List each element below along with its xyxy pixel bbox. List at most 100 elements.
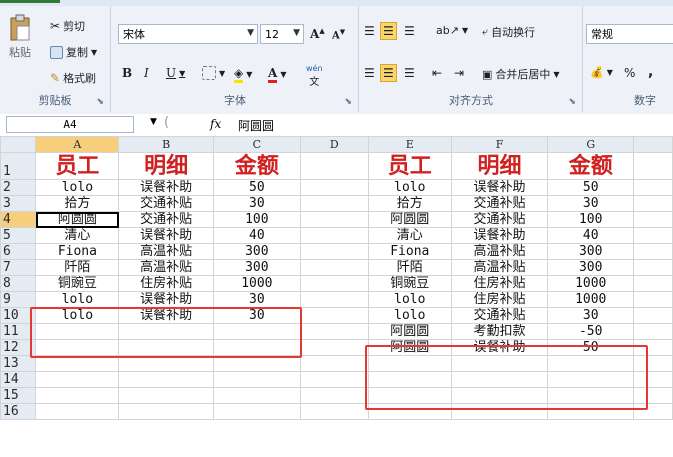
cell-e9[interactable]: lolo [367,291,452,308]
underline-button[interactable]: U ▼ [166,66,185,80]
fill-color-button[interactable]: ◈ ▼ [234,66,252,83]
cell-g13[interactable] [547,355,635,372]
cell-b5[interactable]: 误餐补助 [118,227,214,244]
cell-a10[interactable]: lolo [35,307,120,324]
cell-filler[interactable] [633,355,673,372]
row-header[interactable]: 4 [0,211,37,228]
cell-filler[interactable] [633,387,673,404]
cell-g4[interactable]: 100 [547,211,635,228]
cell-d3[interactable] [299,195,369,212]
cell-e6[interactable]: Fiona [367,243,452,260]
align-center-button[interactable]: ☰ [380,64,397,82]
cell-a2[interactable]: lolo [35,179,120,196]
cell-f8[interactable]: 住房补贴 [450,275,549,292]
decrease-indent-button[interactable]: ⇤ [432,66,442,80]
cancel-icon[interactable]: ( [164,115,169,130]
align-top-button[interactable]: ☰ [364,24,375,38]
cell-g12[interactable]: 50 [547,339,635,356]
cell-filler[interactable] [633,211,673,228]
cell-d5[interactable] [299,227,369,244]
cell-filler[interactable] [633,259,673,276]
cell-f15[interactable] [450,387,549,404]
cell-a13[interactable] [35,355,120,372]
cell-f5[interactable]: 误餐补助 [450,227,549,244]
cell-filler[interactable] [633,307,673,324]
cell-e1[interactable]: 员工 [367,152,452,180]
cell-b8[interactable]: 住房补贴 [118,275,214,292]
cell-filler[interactable] [633,371,673,388]
cell-b10[interactable]: 误餐补助 [118,307,214,324]
cell-d9[interactable] [299,291,369,308]
cell-e16[interactable] [367,403,452,420]
cell-a4[interactable]: 阿圆圆 [35,211,120,228]
cell-b16[interactable] [118,403,214,420]
row-header[interactable]: 6 [0,243,37,260]
cell-f14[interactable] [450,371,549,388]
row-header[interactable]: 13 [0,355,37,372]
cell-g3[interactable]: 30 [547,195,635,212]
cell-g14[interactable] [547,371,635,388]
cell-c15[interactable] [213,387,301,404]
cell-c9[interactable]: 30 [213,291,301,308]
cell-a8[interactable]: 铜豌豆 [35,275,120,292]
cell-g8[interactable]: 1000 [547,275,635,292]
row-header[interactable]: 8 [0,275,37,292]
cell-d8[interactable] [299,275,369,292]
cell-c10[interactable]: 30 [213,307,301,324]
cell-f16[interactable] [450,403,549,420]
cell-g6[interactable]: 300 [547,243,635,260]
cell-e3[interactable]: 拾方 [367,195,452,212]
column-header-e[interactable]: E [367,136,452,153]
border-button[interactable]: ▼ [202,66,225,80]
cell-filler[interactable] [633,227,673,244]
cell-a12[interactable] [35,339,120,356]
cell-d4[interactable] [299,211,369,228]
row-header[interactable]: 9 [0,291,37,308]
orientation-button[interactable]: ab↗ ▼ [436,24,468,37]
cell-c4[interactable]: 100 [213,211,301,228]
align-middle-button[interactable]: ☰ [380,22,397,40]
cell-f3[interactable]: 交通补贴 [450,195,549,212]
cell-f12[interactable]: 误餐补助 [450,339,549,356]
cell-b6[interactable]: 高温补贴 [118,243,214,260]
cell-f11[interactable]: 考勤扣款 [450,323,549,340]
cell-b12[interactable] [118,339,214,356]
formula-input[interactable]: 阿圆圆 [238,117,274,134]
cell-c14[interactable] [213,371,301,388]
dialog-launcher-icon[interactable]: ⬊ [96,97,104,107]
cell-e7[interactable]: 阡陌 [367,259,452,276]
cell-c13[interactable] [213,355,301,372]
row-header[interactable]: 16 [0,403,37,420]
cell-c16[interactable] [213,403,301,420]
cell-e10[interactable]: lolo [367,307,452,324]
cell-b7[interactable]: 高温补贴 [118,259,214,276]
cell-filler[interactable] [633,403,673,420]
cell-d16[interactable] [299,403,369,420]
row-header[interactable]: 3 [0,195,37,212]
cell-f13[interactable] [450,355,549,372]
grow-font-button[interactable]: A▲ [310,26,325,41]
percent-button[interactable]: % [624,66,635,80]
cell-c5[interactable]: 40 [213,227,301,244]
cell-g15[interactable] [547,387,635,404]
cell-g11[interactable]: -50 [547,323,635,340]
row-header[interactable]: 15 [0,387,37,404]
cell-filler[interactable] [633,152,673,180]
cell-b1[interactable]: 明细 [118,152,214,180]
cell-filler[interactable] [633,291,673,308]
cell-a15[interactable] [35,387,120,404]
cell-a11[interactable] [35,323,120,340]
cell-a6[interactable]: Fiona [35,243,120,260]
cut-button[interactable]: ✂ 剪切 [50,18,85,34]
cell-f9[interactable]: 住房补贴 [450,291,549,308]
cell-g7[interactable]: 300 [547,259,635,276]
font-color-button[interactable]: A ▼ [268,66,286,83]
row-header[interactable]: 2 [0,179,37,196]
cell-e2[interactable]: lolo [367,179,452,196]
cell-a3[interactable]: 拾方 [35,195,120,212]
cell-e14[interactable] [367,371,452,388]
name-box[interactable]: A4 [6,116,134,133]
copy-button[interactable]: 复制 ▼ [50,44,97,60]
cell-filler[interactable] [633,339,673,356]
cell-f10[interactable]: 交通补贴 [450,307,549,324]
